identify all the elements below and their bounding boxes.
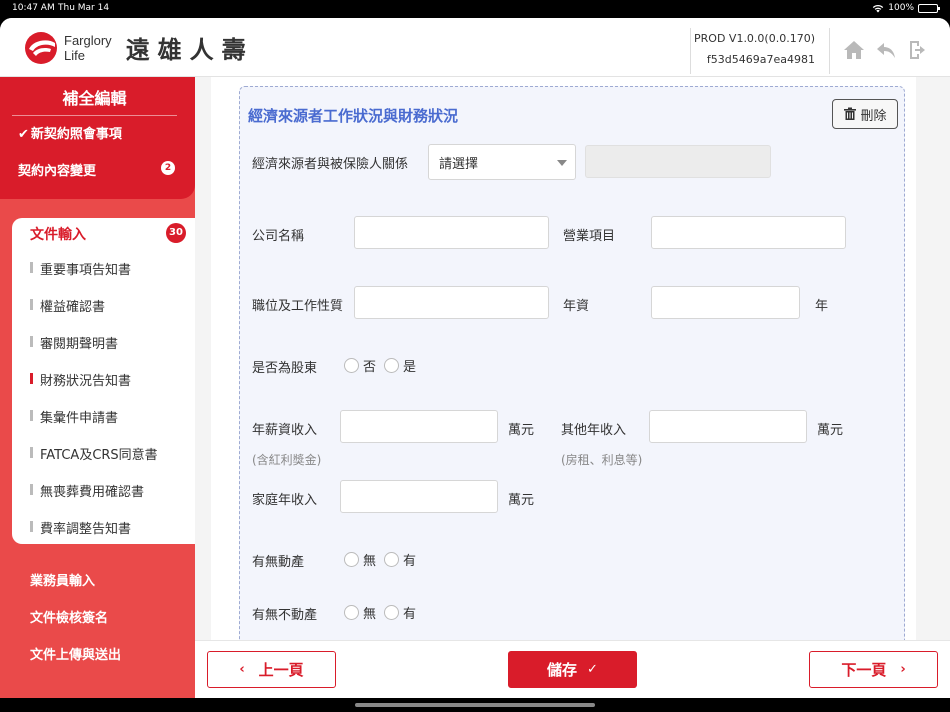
other-income-unit: 萬元 <box>817 423 844 438</box>
doc-item-review-period[interactable]: 審閱期聲明書 <box>30 333 118 352</box>
doc-item-no-funeral-fee[interactable]: 無喪葬費用確認書 <box>30 481 144 500</box>
doc-item-important-notice[interactable]: 重要事項告知書 <box>30 259 131 278</box>
real-estate-radio-group: 無 有 <box>344 603 416 622</box>
sidebar-item-contract-change[interactable]: 契約內容變更 2 <box>18 160 185 179</box>
salary-unit: 萬元 <box>508 423 535 438</box>
company-name-label: 公司名稱 <box>252 229 305 244</box>
contract-change-badge: 2 <box>161 161 175 175</box>
shareholder-radio-group: 否 是 <box>344 356 416 375</box>
version-info: PROD V1.0.0(0.0.170) f53d5469a7ea4981 <box>690 28 830 74</box>
seniority-unit: 年 <box>815 299 829 314</box>
shareholder-label: 是否為股東 <box>252 361 318 376</box>
salary-input[interactable] <box>340 410 498 443</box>
app-header: Farglory Life 遠雄人壽 PROD V1.0.0(0.0.170) … <box>0 18 950 77</box>
sidebar-top-panel: 補全編輯 ✔ 新契約照會事項 契約內容變更 2 <box>0 77 195 199</box>
real-estate-no-radio[interactable] <box>344 605 359 620</box>
salary-label: 年薪資收入 <box>252 423 318 438</box>
movable-no-radio[interactable] <box>344 552 359 567</box>
movable-property-label: 有無動產 <box>252 555 305 570</box>
position-label: 職位及工作性質 <box>252 299 344 314</box>
sidebar-item-upload-submit[interactable]: 文件上傳與送出 <box>30 644 121 663</box>
other-income-label: 其他年收入 <box>561 423 627 438</box>
shareholder-yes-radio[interactable] <box>384 358 400 373</box>
document-input-badge: 30 <box>166 223 186 243</box>
other-income-sub-label: (房租、利息等) <box>561 453 643 467</box>
sidebar-item-document-input[interactable]: 文件輸入 <box>30 224 86 244</box>
status-right: 100% <box>872 3 940 13</box>
doc-item-rate-adjustment[interactable]: 費率調整告知書 <box>30 518 131 537</box>
sidebar-item-document-check-sign[interactable]: 文件檢核簽名 <box>30 607 108 626</box>
prev-page-button[interactable]: ‹ 上一頁 <box>207 651 336 688</box>
sidebar-item-agent-input[interactable]: 業務員輸入 <box>30 570 95 589</box>
back-icon[interactable] <box>874 38 898 62</box>
sidebar: 補全編輯 ✔ 新契約照會事項 契約內容變更 2 文件輸入 30 重要事項告知書 權… <box>0 77 195 698</box>
footer-bar: ‹ 上一頁 儲存 ✓ 下一頁 › <box>195 640 950 698</box>
company-name-input[interactable] <box>354 216 549 249</box>
other-income-input[interactable] <box>649 410 807 443</box>
form-scroll-area[interactable]: 經濟來源者工作狀況與財務狀況 刪除 經濟來源者與被保險人關係 請選擇 公司名稱 … <box>211 77 916 646</box>
doc-item-financial-status[interactable]: 財務狀況告知書 <box>30 370 131 389</box>
check-icon: ✔ <box>18 127 29 142</box>
check-icon: ✓ <box>587 662 598 677</box>
family-income-input[interactable] <box>340 480 498 513</box>
business-item-input[interactable] <box>651 216 846 249</box>
status-time: 10:47 AM <box>12 3 55 13</box>
logout-icon[interactable] <box>906 38 930 62</box>
farglory-logo-icon <box>25 31 57 64</box>
position-input[interactable] <box>354 286 549 319</box>
real-estate-label: 有無不動產 <box>252 608 318 623</box>
brand-name-zh: 遠雄人壽 <box>125 36 254 64</box>
home-indicator <box>0 698 950 712</box>
movable-yes-radio[interactable] <box>384 552 400 567</box>
sidebar-item-new-contract-notes[interactable]: ✔ 新契約照會事項 <box>18 123 122 142</box>
chevron-left-icon: ‹ <box>239 662 245 677</box>
business-item-label: 營業項目 <box>563 229 616 244</box>
real-estate-yes-radio[interactable] <box>384 605 400 620</box>
battery-percent: 100% <box>888 3 914 13</box>
doc-item-rights-confirmation[interactable]: 權益確認書 <box>30 296 105 315</box>
movable-property-radio-group: 無 有 <box>344 550 416 569</box>
build-id: f53d5469a7ea4981 <box>706 53 815 66</box>
shareholder-no-radio[interactable] <box>344 358 359 373</box>
chevron-down-icon <box>557 160 567 166</box>
doc-item-fatca-crs[interactable]: FATCA及CRS同意書 <box>30 444 158 463</box>
header-actions <box>842 38 930 62</box>
brand-name-en: Farglory Life <box>64 32 112 63</box>
trash-icon <box>844 107 857 120</box>
brand-logo: Farglory Life 遠雄人壽 <box>24 30 254 65</box>
seniority-input[interactable] <box>651 286 800 319</box>
app-window: Farglory Life 遠雄人壽 PROD V1.0.0(0.0.170) … <box>0 18 950 698</box>
next-page-button[interactable]: 下一頁 › <box>809 651 938 688</box>
family-income-unit: 萬元 <box>508 493 535 508</box>
family-income-label: 家庭年收入 <box>252 493 318 508</box>
status-bar: 10:47 AM Thu Mar 14 100% <box>0 0 950 18</box>
salary-sub-label: (含紅利獎金) <box>252 453 322 467</box>
chevron-right-icon: › <box>900 662 906 677</box>
seniority-label: 年資 <box>563 299 590 314</box>
doc-item-group-application[interactable]: 集彙件申請書 <box>30 407 118 426</box>
delete-button[interactable]: 刪除 <box>832 99 898 129</box>
relation-label: 經濟來源者與被保險人關係 <box>252 157 409 172</box>
home-icon[interactable] <box>842 38 866 62</box>
document-input-panel: 文件輸入 30 重要事項告知書 權益確認書 審閱期聲明書 財務狀況告知書 集彙件… <box>12 218 195 544</box>
section-title: 經濟來源者工作狀況與財務狀況 <box>248 107 459 125</box>
relation-select[interactable]: 請選擇 <box>428 144 576 180</box>
sidebar-title: 補全編輯 <box>12 85 177 116</box>
main-content: 經濟來源者工作狀況與財務狀況 刪除 經濟來源者與被保險人關係 請選擇 公司名稱 … <box>195 77 950 646</box>
battery-icon <box>918 3 940 13</box>
relation-other-input <box>585 145 771 178</box>
save-button[interactable]: 儲存 ✓ <box>508 651 637 688</box>
version-label: PROD V1.0.0(0.0.170) <box>694 32 815 45</box>
status-date: Thu Mar 14 <box>58 3 110 13</box>
wifi-icon <box>873 4 884 12</box>
financial-status-section: 經濟來源者工作狀況與財務狀況 刪除 經濟來源者與被保險人關係 請選擇 公司名稱 … <box>239 86 905 646</box>
